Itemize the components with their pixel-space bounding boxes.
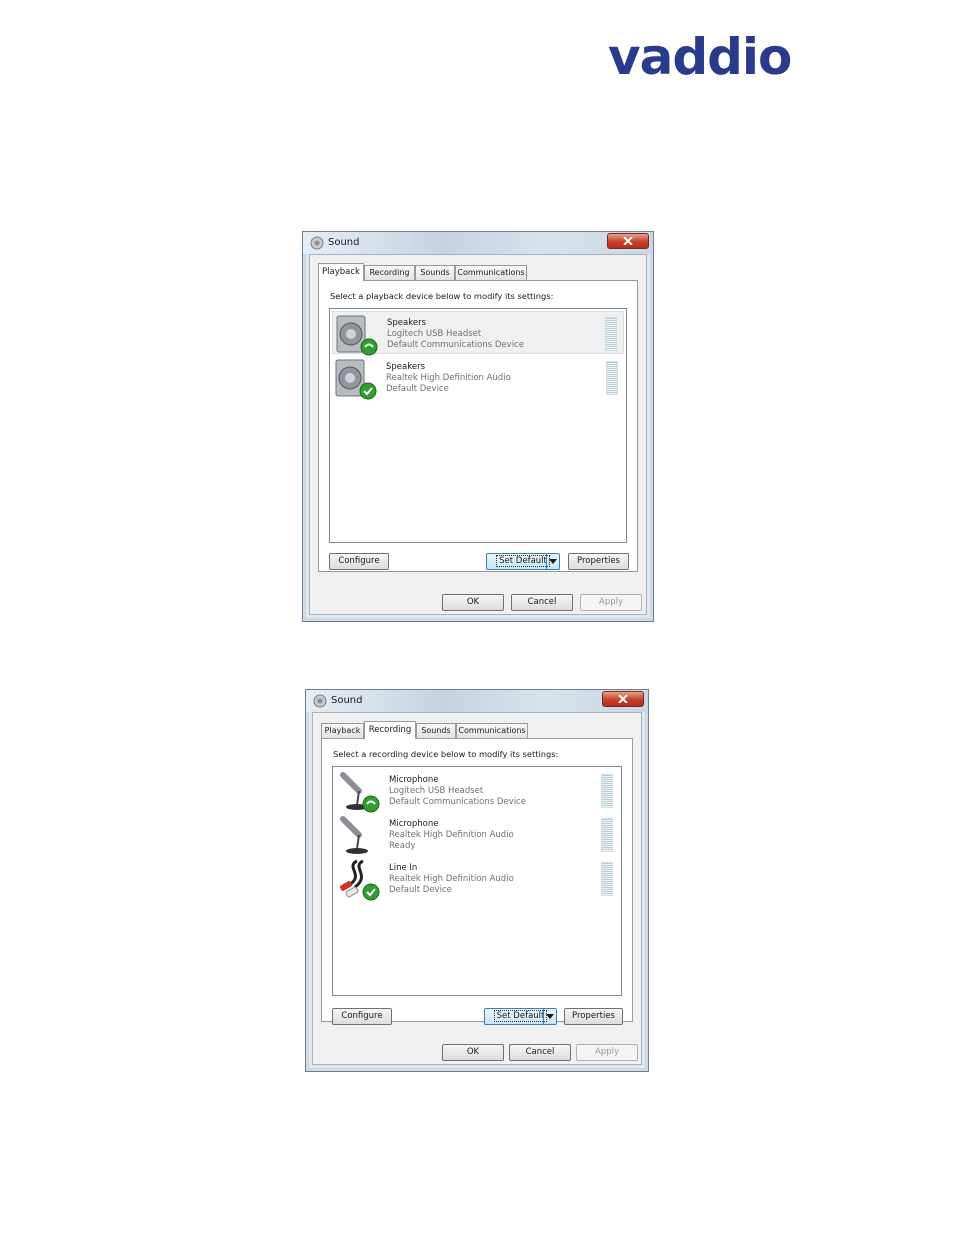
set-default-label: Set Default — [496, 555, 550, 567]
ok-button[interactable]: OK — [442, 594, 504, 611]
ok-button[interactable]: OK — [442, 1044, 504, 1061]
dropdown-arrow-icon — [549, 559, 557, 564]
speaker-icon — [336, 315, 378, 356]
title-bar[interactable]: Sound — [303, 232, 653, 254]
cancel-button[interactable]: Cancel — [511, 594, 573, 611]
set-default-dropdown[interactable] — [546, 554, 559, 569]
tab-communications[interactable]: Communications — [455, 265, 527, 280]
set-default-button[interactable]: Set Default — [484, 1008, 557, 1025]
set-default-label: Set Default — [493, 1010, 548, 1022]
device-status: Default Device — [386, 384, 449, 394]
device-driver: Realtek High Definition Audio — [386, 373, 511, 383]
device-name: Speakers — [386, 362, 426, 372]
tab-playback[interactable]: Playback — [318, 263, 364, 281]
sound-dialog-recording: Sound Playback Recording Sounds Communic… — [305, 689, 649, 1072]
microphone-icon — [340, 772, 380, 813]
close-button[interactable] — [607, 233, 649, 249]
properties-button[interactable]: Properties — [564, 1008, 623, 1025]
level-meter — [606, 361, 618, 395]
device-status: Default Communications Device — [387, 340, 524, 350]
device-info: Line In Realtek High Definition Audio De… — [389, 863, 514, 896]
tab-sounds[interactable]: Sounds — [416, 723, 456, 738]
device-name: Microphone — [389, 819, 439, 829]
device-name: Speakers — [387, 318, 427, 328]
list-item[interactable]: Speakers Realtek High Definition Audio D… — [332, 356, 624, 400]
level-meter — [605, 317, 617, 351]
vaddio-logo: vaddio — [608, 30, 792, 86]
list-item[interactable]: Line In Realtek High Definition Audio De… — [335, 857, 619, 901]
sound-speaker-icon — [313, 694, 327, 708]
set-default-dropdown[interactable] — [543, 1009, 556, 1024]
device-driver: Realtek High Definition Audio — [389, 830, 514, 840]
tab-panel: Select a recording device below to modif… — [321, 738, 633, 1025]
tab-recording[interactable]: Recording — [364, 265, 415, 280]
tab-playback[interactable]: Playback — [321, 723, 364, 738]
device-status: Default Device — [389, 885, 452, 895]
window-title: Sound — [331, 695, 363, 706]
microphone-icon — [340, 816, 368, 854]
dropdown-arrow-icon — [546, 1014, 554, 1019]
tab-sounds[interactable]: Sounds — [415, 265, 455, 280]
level-meter — [601, 862, 613, 896]
device-list[interactable]: Microphone Logitech USB Headset Default … — [332, 766, 622, 996]
device-info: Speakers Logitech USB Headset Default Co… — [387, 318, 524, 351]
device-info: Microphone Realtek High Definition Audio… — [389, 819, 514, 852]
apply-button[interactable]: Apply — [580, 594, 642, 611]
instruction-text: Select a recording device below to modif… — [333, 749, 559, 759]
device-name: Microphone — [389, 775, 439, 785]
device-name: Line In — [389, 863, 418, 873]
device-list[interactable]: Speakers Logitech USB Headset Default Co… — [329, 308, 627, 543]
level-meter — [601, 818, 613, 852]
window-title: Sound — [328, 237, 360, 248]
device-info: Microphone Logitech USB Headset Default … — [389, 775, 526, 808]
device-driver: Logitech USB Headset — [387, 329, 482, 339]
device-driver: Realtek High Definition Audio — [389, 874, 514, 884]
properties-button[interactable]: Properties — [568, 553, 629, 570]
title-bar[interactable]: Sound — [306, 690, 648, 712]
list-item[interactable]: Microphone Logitech USB Headset Default … — [335, 769, 619, 813]
configure-button[interactable]: Configure — [329, 553, 389, 570]
speaker-icon — [335, 359, 377, 400]
dialog-client: Playback Recording Sounds Communications… — [312, 712, 642, 1065]
device-status: Default Communications Device — [389, 797, 526, 807]
set-default-button[interactable]: Set Default — [486, 553, 560, 570]
close-icon — [623, 237, 633, 245]
tab-panel: Select a playback device below to modify… — [318, 280, 638, 572]
instruction-text: Select a playback device below to modify… — [330, 291, 554, 301]
device-driver: Logitech USB Headset — [389, 786, 484, 796]
line-in-cable-icon — [340, 859, 380, 901]
sound-dialog-playback: Sound Playback Recording Sounds Communic… — [302, 231, 654, 622]
close-icon — [618, 695, 628, 703]
logo-text: vaddio — [608, 30, 791, 86]
level-meter — [601, 774, 613, 808]
configure-button[interactable]: Configure — [332, 1008, 392, 1025]
device-info: Speakers Realtek High Definition Audio D… — [386, 362, 511, 395]
list-item[interactable]: Microphone Realtek High Definition Audio… — [335, 813, 619, 856]
device-status: Ready — [389, 841, 416, 851]
close-button[interactable] — [602, 691, 644, 707]
cancel-button[interactable]: Cancel — [509, 1044, 571, 1061]
list-item[interactable]: Speakers Logitech USB Headset Default Co… — [332, 311, 624, 356]
dialog-client: Playback Recording Sounds Communications… — [309, 254, 647, 615]
tab-communications[interactable]: Communications — [456, 723, 528, 738]
sound-speaker-icon — [310, 236, 324, 250]
tab-recording[interactable]: Recording — [364, 721, 416, 739]
apply-button[interactable]: Apply — [576, 1044, 638, 1061]
